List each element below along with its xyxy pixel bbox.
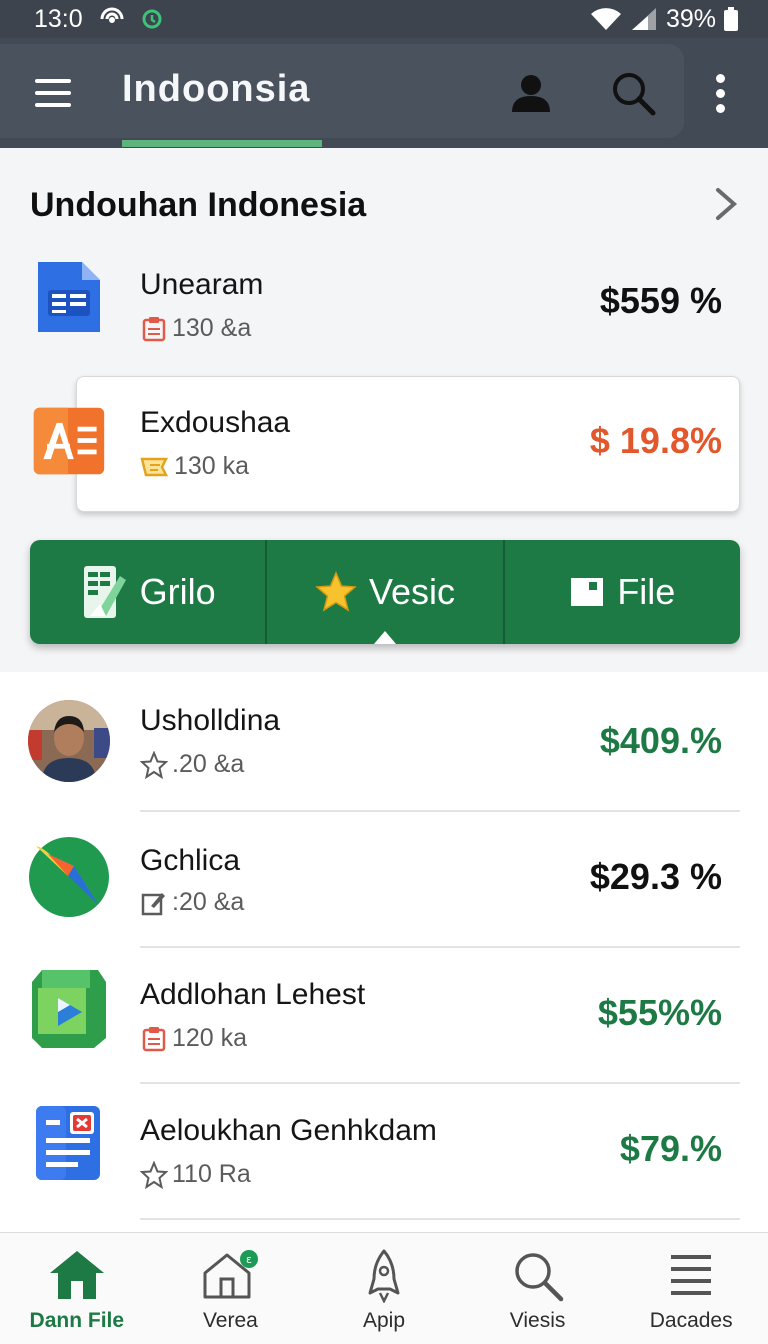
nav-label: Verea: [202, 1309, 258, 1332]
item-meta-text: .20 &a: [172, 750, 245, 778]
star-icon: [315, 571, 357, 612]
item-value: $55%%: [597, 992, 722, 1033]
list-item[interactable]: Gchlica :20 &a $29.3 %: [0, 812, 768, 944]
item-value: $559 %: [599, 280, 722, 321]
item-value: $29.3 %: [589, 856, 722, 897]
nav-viesis[interactable]: Viesis: [461, 1233, 615, 1344]
segmented-control: Grilo Vesic File: [30, 540, 740, 644]
more-vert-dot: [716, 89, 725, 98]
menu-icon: [671, 1255, 712, 1295]
list-item[interactable]: Exdoushaa 130 ka $ 19.8%: [0, 376, 768, 508]
item-meta-text: :20 &a: [172, 888, 245, 916]
item-name: Unearam: [140, 268, 264, 301]
menu-button[interactable]: [30, 70, 76, 116]
sheets-icon: [83, 566, 126, 618]
section-title: Undouhan Indonesia: [30, 186, 367, 224]
docs-icon: [38, 262, 100, 332]
star-outline-icon: [140, 1160, 168, 1189]
tab-indicator: [122, 140, 322, 147]
item-meta: 130 ka: [140, 452, 249, 481]
edit-note-icon: [141, 892, 165, 915]
clipboard-icon: [142, 1026, 166, 1051]
home-icon: [49, 1251, 104, 1299]
app-bar: Indoonsia: [0, 38, 768, 148]
list-item[interactable]: Usholldina .20 &a $409.%: [0, 676, 768, 808]
nav-label: Dann File: [29, 1309, 125, 1332]
item-meta: 110 Ra: [140, 1160, 251, 1189]
bottom-navigation: Dann File ε Verea Apip Viesis Dacades: [0, 1232, 768, 1344]
list-item[interactable]: Addlohan Lehest 120 ka $55%%: [0, 948, 768, 1080]
play-icon: [32, 970, 106, 1048]
divider: [140, 1218, 740, 1220]
wifi-icon: [590, 8, 621, 30]
search-icon: [613, 73, 656, 116]
chevron-right-icon[interactable]: [708, 184, 744, 224]
nav-apip[interactable]: Apip: [307, 1233, 461, 1344]
nav-label: Viesis: [509, 1309, 566, 1332]
account-icon: [512, 75, 550, 112]
ticket-icon: [140, 457, 169, 476]
item-meta: .20 &a: [140, 750, 244, 779]
item-value: $409.%: [599, 720, 722, 761]
status-bar: 13:0 39%: [0, 0, 768, 38]
item-name: Aeloukhan Genhkdam: [140, 1114, 437, 1147]
menu-icon: [35, 79, 71, 83]
account-button[interactable]: [506, 68, 556, 118]
app-title: Indoonsia: [122, 68, 311, 110]
battery-percent: 39%: [665, 4, 716, 33]
item-meta-text: 120 ka: [172, 1024, 248, 1052]
segment-label: Grilo: [139, 571, 216, 612]
battery-icon: [724, 7, 738, 31]
item-meta: 120 ka: [140, 1024, 247, 1053]
nav-verea[interactable]: ε Verea: [154, 1233, 308, 1344]
item-meta: :20 &a: [140, 888, 244, 917]
house-outline-icon: ε: [203, 1250, 259, 1299]
segment-label: Vesic: [368, 571, 456, 612]
search-button[interactable]: [608, 68, 658, 118]
nav-label: Dacades: [649, 1309, 733, 1332]
search-icon: [514, 1253, 563, 1302]
item-value: $ 19.8%: [589, 420, 722, 461]
list-item[interactable]: Aeloukhan Genhkdam 110 Ra $79.%: [0, 1084, 768, 1216]
more-vert-dot: [716, 104, 725, 113]
menu-icon-bar: [35, 103, 71, 107]
item-meta-text: 130 &a: [172, 314, 252, 342]
avatar: [28, 700, 110, 782]
item-meta: 130 &a: [140, 314, 251, 343]
item-name: Gchlica: [140, 844, 241, 877]
nav-dann-file[interactable]: Dann File: [0, 1233, 154, 1344]
menu-icon-bar: [35, 91, 71, 95]
more-vert-icon: [716, 74, 725, 83]
nav-dacades[interactable]: Dacades: [614, 1233, 768, 1344]
item-meta-text: 110 Ra: [172, 1160, 251, 1188]
segment-file[interactable]: File: [502, 540, 740, 644]
item-meta-text: 130 ka: [174, 452, 250, 480]
star-outline-icon: [140, 750, 168, 779]
doc-error-icon: [36, 1106, 100, 1180]
hotspot-icon: [100, 7, 124, 23]
signal-icon: [631, 8, 656, 30]
segment-grilo[interactable]: Grilo: [30, 540, 265, 644]
app-notification-icon: [142, 9, 162, 29]
rocket-icon: [368, 1249, 400, 1303]
more-options-button[interactable]: [706, 72, 736, 116]
app-bar-highlight: [0, 44, 684, 138]
item-name: Exdoushaa: [140, 406, 291, 439]
status-time: 13:0: [34, 4, 83, 33]
file-icon: [571, 578, 604, 606]
item-value: $79.%: [619, 1128, 722, 1169]
nav-label: Apip: [362, 1309, 405, 1332]
item-name: Usholldina: [140, 704, 281, 737]
svg-text:ε: ε: [246, 1253, 252, 1266]
compass-icon: [29, 837, 109, 917]
item-name: Addlohan Lehest: [140, 978, 366, 1011]
segment-label: File: [617, 571, 676, 612]
clipboard-icon: [142, 316, 166, 341]
slides-icon: [33, 407, 105, 475]
list-item[interactable]: Unearam 130 &a $559 %: [0, 236, 768, 368]
segment-vesic[interactable]: Vesic: [265, 540, 502, 644]
